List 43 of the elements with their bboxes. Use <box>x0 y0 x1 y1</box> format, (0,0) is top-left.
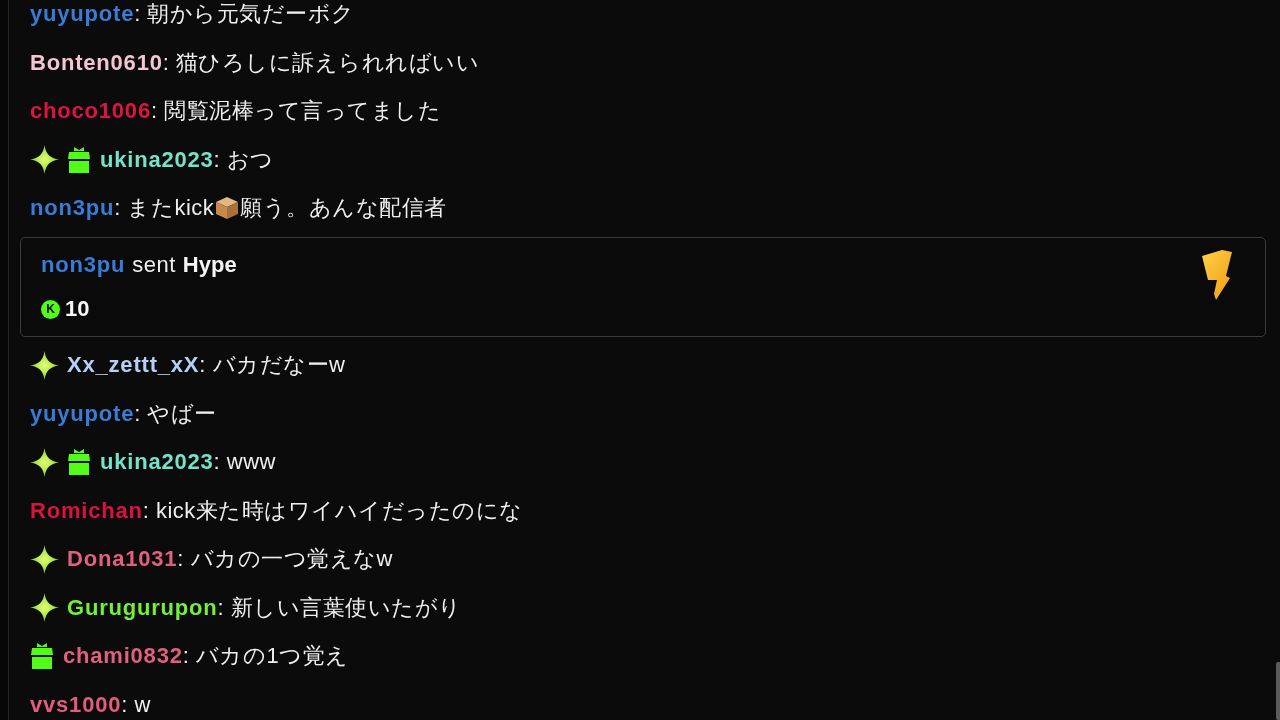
username[interactable]: yuyupote <box>30 399 135 428</box>
gift-icon <box>67 449 91 476</box>
gift-icon <box>67 146 91 173</box>
hype-amount: 10 <box>65 295 90 323</box>
message-text: : 猫ひろしに訴えられればいい <box>162 48 480 77</box>
username[interactable]: Bonten0610 <box>30 48 163 77</box>
message-text: : おつ <box>213 145 274 174</box>
username[interactable]: non3pu <box>41 251 126 279</box>
message-text: : バカの一つ覚えなw <box>177 545 393 574</box>
package-icon <box>215 196 240 221</box>
message-text: : 新しい言葉使いたがり <box>217 593 462 622</box>
username[interactable]: Dona1031 <box>67 545 178 574</box>
message-text: : バカの1つ覚え <box>182 642 349 671</box>
gift-icon <box>30 643 54 670</box>
username[interactable]: ukina2023 <box>100 448 214 477</box>
sparkle-icon <box>30 350 59 380</box>
message-text: : kick来た時はワイハイだったのにな <box>142 496 523 525</box>
message-text: : 閲覧泥棒って言ってました <box>150 97 442 126</box>
sparkle-icon <box>30 447 59 477</box>
hype-gift-name: Hype <box>182 251 237 279</box>
username[interactable]: chami0832 <box>63 642 183 671</box>
scrollbar-thumb[interactable] <box>1276 662 1280 720</box>
username[interactable]: Romichan <box>30 496 143 525</box>
lightning-icon <box>1200 250 1232 300</box>
username[interactable]: yuyupote <box>30 0 135 29</box>
message-text: : バカだなーw <box>199 351 346 380</box>
username[interactable]: vvs1000 <box>30 690 122 719</box>
username[interactable]: ukina2023 <box>100 145 214 174</box>
username[interactable]: choco1006 <box>30 97 151 126</box>
message-text: : w <box>121 690 151 719</box>
message-text: 願う。あんな配信者 <box>240 194 447 223</box>
message-text: : やばー <box>134 399 217 428</box>
coin-icon: K <box>41 299 60 319</box>
message-text: : www <box>213 448 276 477</box>
message-text: : 朝から元気だーボク <box>134 0 355 29</box>
message-text: : またkick <box>114 194 215 223</box>
username[interactable]: Gurugurupon <box>67 593 218 622</box>
username[interactable]: Xx_zettt_xX <box>67 351 200 380</box>
sparkle-icon <box>30 145 59 175</box>
hype-action-text: sent <box>132 251 176 279</box>
sparkle-icon <box>30 593 59 623</box>
sparkle-icon <box>30 544 59 574</box>
username[interactable]: non3pu <box>30 194 115 223</box>
